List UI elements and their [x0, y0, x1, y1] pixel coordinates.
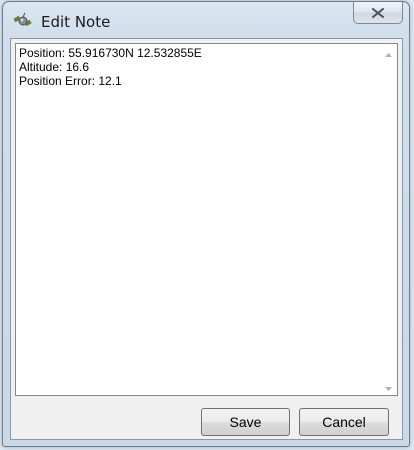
scroll-up-button[interactable] [380, 44, 397, 61]
satellite-icon [13, 12, 33, 30]
note-line-altitude: Altitude: 16.6 [19, 60, 90, 74]
close-icon [372, 7, 384, 18]
note-textarea[interactable]: Position: 55.916730N 12.532855E Altitude:… [15, 43, 398, 396]
vertical-scrollbar[interactable] [380, 44, 397, 395]
save-button[interactable]: Save [201, 408, 290, 436]
arrow-up-icon [385, 44, 392, 62]
edit-note-dialog: Edit Note Position: 55.916730N 12.532855… [2, 1, 410, 447]
note-line-position-error: Position Error: 12.1 [19, 74, 122, 88]
dialog-body: Position: 55.916730N 12.532855E Altitude:… [10, 38, 403, 440]
title-bar[interactable]: Edit Note [3, 2, 409, 38]
scroll-down-button[interactable] [380, 378, 397, 395]
cancel-button[interactable]: Cancel [299, 408, 389, 436]
note-line-position: Position: 55.916730N 12.532855E [19, 46, 202, 60]
window-title: Edit Note [41, 13, 111, 31]
arrow-down-icon [385, 378, 392, 396]
close-button[interactable] [353, 2, 403, 24]
note-text: Position: 55.916730N 12.532855E Altitude:… [19, 46, 375, 88]
